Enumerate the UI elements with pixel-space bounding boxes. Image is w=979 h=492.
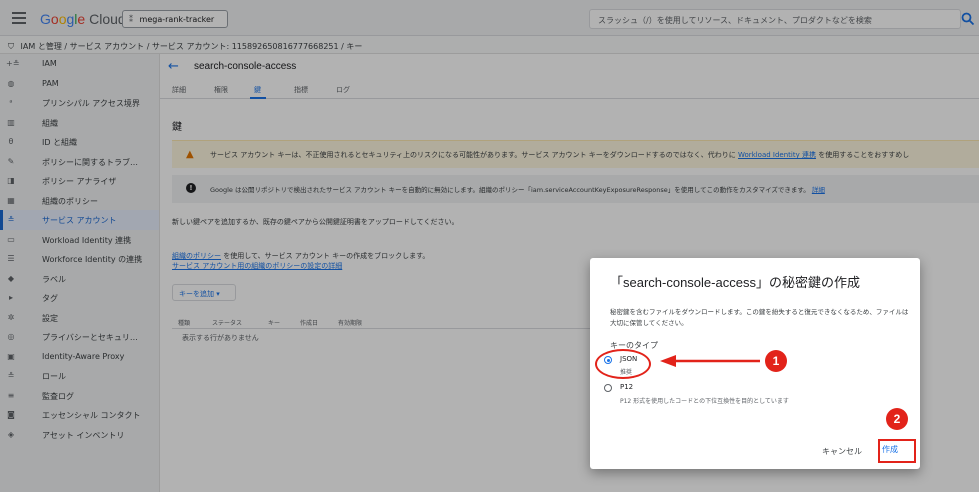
annotation-box bbox=[878, 439, 916, 463]
p12-option-label[interactable]: P12 bbox=[620, 383, 633, 391]
annotation-badge-2: 2 bbox=[886, 408, 908, 430]
dialog-title: 「search-console-access」の秘密鍵の作成 bbox=[610, 275, 860, 290]
annotation-ellipse bbox=[595, 349, 651, 379]
p12-option-sub: P12 形式を使用したコードとの下位互換性を目的としています bbox=[620, 398, 789, 405]
annotation-arrow bbox=[660, 355, 760, 367]
cancel-button[interactable]: キャンセル bbox=[822, 446, 862, 457]
dialog-description: 秘密鍵を含むファイルをダウンロードします。この鍵を紛失すると復元できなくなるため… bbox=[610, 308, 909, 327]
p12-radio[interactable] bbox=[604, 384, 612, 392]
annotation-badge-1: 1 bbox=[765, 350, 787, 372]
